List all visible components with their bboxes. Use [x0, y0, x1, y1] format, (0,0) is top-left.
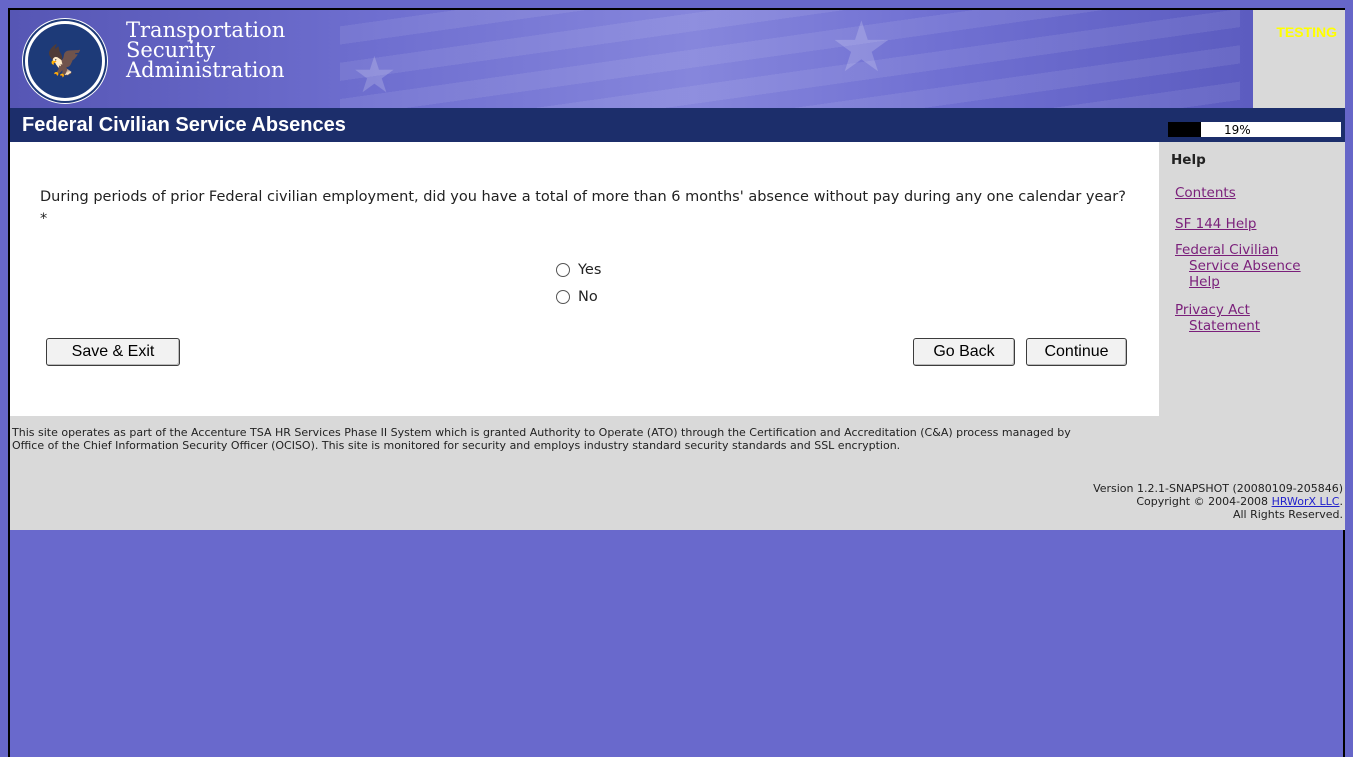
option-yes[interactable]: Yes — [556, 256, 601, 283]
help-link-contents[interactable]: Contents — [1175, 185, 1236, 201]
page-title: Federal Civilian Service Absences — [22, 114, 346, 136]
notice-line-1: This site operates as part of the Accent… — [12, 426, 1071, 439]
hrworx-link[interactable]: HRWorX LLC — [1272, 495, 1340, 508]
help-heading: Help — [1171, 152, 1206, 168]
agency-line-1: Transportation — [126, 18, 286, 42]
progress-fill — [1168, 122, 1201, 137]
option-no-label: No — [578, 288, 598, 305]
help-link-absence-line1[interactable]: Federal Civilian — [1175, 242, 1301, 258]
security-notice: This site operates as part of the Accent… — [12, 426, 1342, 452]
help-link-privacy-line1[interactable]: Privacy Act — [1175, 302, 1260, 318]
agency-name: Transportation Security Administration — [126, 18, 286, 82]
option-yes-label: Yes — [578, 261, 602, 278]
help-link-absence-line2[interactable]: Service Absence — [1175, 258, 1301, 274]
go-back-button[interactable]: Go Back — [913, 338, 1015, 366]
radio-yes[interactable] — [556, 262, 570, 277]
continue-button[interactable]: Continue — [1026, 338, 1127, 366]
question-text: During periods of prior Federal civilian… — [40, 189, 1126, 227]
star-decoration: ★ — [352, 46, 397, 104]
flag-background — [340, 10, 1240, 108]
help-link-privacy-line2[interactable]: Statement — [1175, 318, 1260, 334]
version-info: Version 1.2.1-SNAPSHOT (20080109-205846)… — [1093, 482, 1343, 521]
header-banner: ★ ★ 🦅 Transportation Security Administra… — [10, 10, 1253, 108]
help-link-privacy[interactable]: Privacy Act Statement — [1175, 302, 1260, 334]
help-link-absence-line3[interactable]: Help — [1175, 274, 1301, 290]
save-exit-button[interactable]: Save & Exit — [46, 338, 180, 366]
progress-text: 19% — [1224, 123, 1251, 137]
dhs-seal-icon: 🦅 — [22, 18, 108, 104]
title-bar: Federal Civilian Service Absences — [10, 108, 1345, 142]
help-sidebar: Help Contents SF 144 Help Federal Civili… — [1159, 142, 1345, 416]
version-text: Version 1.2.1-SNAPSHOT (20080109-205846) — [1093, 482, 1343, 495]
star-decoration: ★ — [830, 10, 893, 88]
help-link-absence-help[interactable]: Federal Civilian Service Absence Help — [1175, 242, 1301, 290]
copyright: Copyright © 2004-2008 HRWorX LLC. — [1093, 495, 1343, 508]
rights-text: All Rights Reserved. — [1232, 508, 1343, 521]
option-no[interactable]: No — [556, 283, 601, 310]
footer: This site operates as part of the Accent… — [10, 416, 1345, 530]
copyright-prefix: Copyright © 2004-2008 — [1136, 495, 1272, 508]
agency-line-2: Security — [126, 38, 216, 62]
copyright-suffix: . — [1339, 495, 1344, 508]
environment-badge: TESTING — [1253, 10, 1345, 108]
notice-line-2: Office of the Chief Information Security… — [12, 439, 901, 452]
main-content: During periods of prior Federal civilian… — [10, 142, 1159, 416]
agency-line-3: Administration — [126, 58, 285, 82]
testing-label: TESTING — [1276, 24, 1337, 40]
answer-radio-group: Yes No — [556, 256, 601, 310]
help-link-sf144[interactable]: SF 144 Help — [1175, 216, 1256, 232]
radio-no[interactable] — [556, 289, 570, 304]
page-frame: ★ ★ 🦅 Transportation Security Administra… — [8, 8, 1345, 757]
progress-bar: 19% — [1167, 121, 1342, 138]
